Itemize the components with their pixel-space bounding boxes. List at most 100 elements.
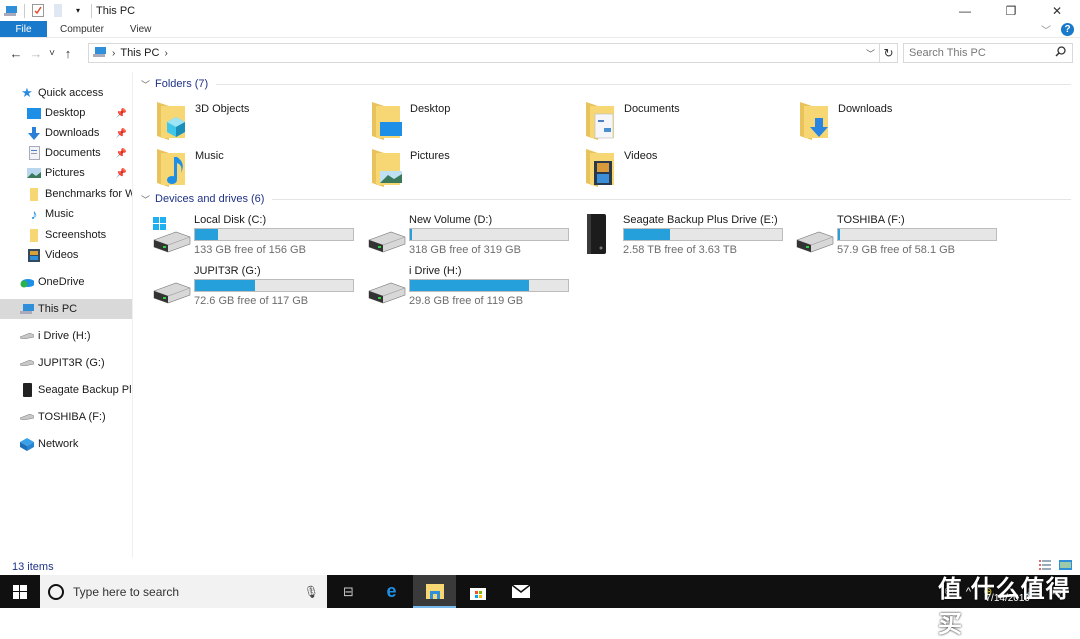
status-bar: 13 items bbox=[0, 558, 1080, 575]
microphone-icon[interactable]: 🎙 bbox=[304, 585, 319, 599]
breadcrumb-chevron-icon[interactable]: › bbox=[164, 48, 167, 59]
drive-free-space: 29.8 GB free of 119 GB bbox=[409, 295, 524, 307]
sidebar-item-onedrive[interactable]: OneDrive bbox=[0, 272, 132, 292]
folder-downloads[interactable]: Downloads bbox=[796, 100, 1006, 144]
sidebar-item-pictures[interactable]: Pictures 📌 bbox=[0, 163, 132, 183]
customize-toolbar-icon[interactable]: ▾ bbox=[71, 4, 85, 18]
sidebar-item-this-pc[interactable]: This PC bbox=[0, 299, 132, 319]
tab-file[interactable]: File bbox=[0, 21, 47, 37]
forward-button[interactable]: → bbox=[26, 42, 46, 64]
breadcrumb-chevron-icon[interactable]: › bbox=[112, 48, 115, 59]
drive-free-space: 72.6 GB free of 117 GB bbox=[194, 295, 309, 307]
sidebar-item-label: Seagate Backup Plus bbox=[38, 384, 132, 396]
sidebar-item-jupit3r[interactable]: JUPIT3R (G:) bbox=[0, 353, 132, 373]
sidebar-item-benchmarks[interactable]: Benchmarks for Win bbox=[0, 184, 132, 204]
folder-videos[interactable]: Videos bbox=[582, 147, 792, 191]
collapse-chevron-icon[interactable]: ﹀ bbox=[141, 78, 150, 91]
start-button[interactable] bbox=[0, 575, 40, 608]
folders-group-header[interactable]: ﹀ Folders (7) bbox=[141, 76, 1071, 92]
sidebar-item-quick-access[interactable]: ★ Quick access bbox=[0, 83, 132, 103]
sidebar-item-i-drive[interactable]: i Drive (H:) bbox=[0, 326, 132, 346]
system-tray: ⚇ ^ ⊕ ◠ 🔈 ▭ 值 什么值得买 7/14/2019 bbox=[938, 575, 1080, 638]
sidebar-item-toshiba[interactable]: TOSHIBA (F:) bbox=[0, 407, 132, 427]
sidebar-item-label: Screenshots bbox=[45, 229, 107, 241]
restore-button[interactable]: ❐ bbox=[988, 0, 1034, 21]
tab-view[interactable]: View bbox=[117, 21, 165, 37]
taskbar-search-input[interactable]: Type here to search 🎙 bbox=[40, 575, 327, 608]
folder-3d-objects[interactable]: 3D Objects bbox=[153, 100, 363, 144]
properties-icon[interactable] bbox=[31, 4, 45, 18]
music-folder-icon bbox=[157, 149, 185, 187]
task-view-button[interactable]: ⊟ bbox=[327, 575, 370, 608]
system-drive-icon bbox=[153, 217, 191, 253]
minimize-button[interactable]: — bbox=[942, 0, 988, 21]
sidebar-item-music[interactable]: ♪ Music bbox=[0, 204, 132, 224]
address-dropdown-icon[interactable]: ﹀ bbox=[866, 47, 875, 60]
sidebar-item-label: Benchmarks for Win bbox=[45, 188, 132, 200]
drive-name: i Drive (H:) bbox=[409, 265, 462, 277]
folder-desktop[interactable]: Desktop bbox=[368, 100, 578, 144]
documents-folder-icon bbox=[586, 102, 614, 140]
sidebar-item-desktop[interactable]: Desktop 📌 bbox=[0, 103, 132, 123]
drive-usage-bar bbox=[409, 228, 569, 241]
expand-ribbon-icon[interactable]: ﹀ bbox=[1041, 22, 1051, 37]
address-bar[interactable]: › This PC › ﹀ bbox=[88, 43, 880, 63]
sidebar-item-label: Pictures bbox=[45, 167, 85, 179]
mail-button[interactable] bbox=[499, 575, 542, 608]
edge-button[interactable]: e bbox=[370, 575, 413, 608]
drive-h[interactable]: i Drive (H:) 29.8 GB free of 119 GB bbox=[367, 265, 581, 311]
back-button[interactable]: ← bbox=[6, 42, 26, 64]
drive-d[interactable]: New Volume (D:) 318 GB free of 319 GB bbox=[367, 214, 581, 260]
folder-icon bbox=[27, 187, 41, 201]
pin-icon[interactable]: 📌 bbox=[116, 148, 127, 159]
drive-c[interactable]: Local Disk (C:) 133 GB free of 156 GB bbox=[152, 214, 366, 260]
drive-e[interactable]: Seagate Backup Plus Drive (E:) 2.58 TB f… bbox=[581, 214, 795, 260]
pin-icon[interactable]: 📌 bbox=[116, 168, 127, 179]
collapse-chevron-icon[interactable]: ﹀ bbox=[141, 193, 150, 206]
folder-pictures[interactable]: Pictures bbox=[368, 147, 578, 191]
drive-usage-bar bbox=[194, 279, 354, 292]
clock-date[interactable]: 7/14/2019 bbox=[986, 593, 1031, 604]
drives-group-header[interactable]: ﹀ Devices and drives (6) bbox=[141, 191, 1071, 207]
close-button[interactable]: ✕ bbox=[1034, 0, 1080, 21]
sidebar-item-network[interactable]: Network bbox=[0, 434, 132, 454]
up-button[interactable]: ↑ bbox=[58, 42, 78, 64]
window-controls: — ❐ ✕ bbox=[942, 0, 1080, 21]
folder-music[interactable]: Music bbox=[153, 147, 363, 191]
sidebar-item-label: Music bbox=[45, 208, 74, 220]
new-folder-icon[interactable] bbox=[51, 4, 65, 18]
drive-g[interactable]: JUPIT3R (G:) 72.6 GB free of 117 GB bbox=[152, 265, 366, 311]
refresh-button[interactable]: ↻ bbox=[880, 43, 898, 63]
sidebar-item-videos[interactable]: Videos bbox=[0, 245, 132, 265]
sidebar-item-documents[interactable]: Documents 📌 bbox=[0, 143, 132, 163]
breadcrumb-this-pc[interactable]: This PC bbox=[120, 47, 159, 59]
drive-f[interactable]: TOSHIBA (F:) 57.9 GB free of 58.1 GB bbox=[795, 214, 1009, 260]
pin-icon[interactable]: 📌 bbox=[116, 128, 127, 139]
store-button[interactable] bbox=[456, 575, 499, 608]
drive-free-space: 133 GB free of 156 GB bbox=[194, 244, 306, 256]
quick-access-toolbar: ▾ bbox=[0, 0, 92, 21]
sidebar-item-label: Network bbox=[38, 438, 79, 450]
window-title: This PC bbox=[96, 4, 136, 17]
recent-locations-button[interactable]: ˅ bbox=[46, 42, 58, 64]
pin-icon[interactable]: 📌 bbox=[116, 108, 127, 119]
edge-icon: e bbox=[386, 581, 397, 601]
sidebar-item-label: Videos bbox=[45, 249, 79, 261]
cortana-icon bbox=[48, 583, 64, 600]
music-icon: ♪ bbox=[30, 206, 38, 222]
folder-documents[interactable]: Documents bbox=[582, 100, 792, 144]
drive-usage-bar bbox=[409, 279, 569, 292]
sidebar-item-label: i Drive (H:) bbox=[38, 330, 91, 342]
sidebar-item-label: JUPIT3R (G:) bbox=[38, 357, 105, 369]
drive-usage-fill bbox=[410, 229, 412, 240]
help-button[interactable]: ? bbox=[1061, 23, 1074, 36]
file-explorer-icon bbox=[425, 584, 444, 599]
sidebar-item-seagate[interactable]: Seagate Backup Plus bbox=[0, 380, 132, 400]
tab-computer[interactable]: Computer bbox=[47, 21, 117, 37]
drive-usage-fill bbox=[195, 280, 255, 291]
sidebar-item-label: Desktop bbox=[45, 107, 86, 119]
sidebar-item-downloads[interactable]: Downloads 📌 bbox=[0, 123, 132, 143]
search-input[interactable]: Search This PC bbox=[903, 43, 1073, 63]
sidebar-item-screenshots[interactable]: Screenshots bbox=[0, 225, 132, 245]
file-explorer-button[interactable] bbox=[413, 575, 456, 608]
